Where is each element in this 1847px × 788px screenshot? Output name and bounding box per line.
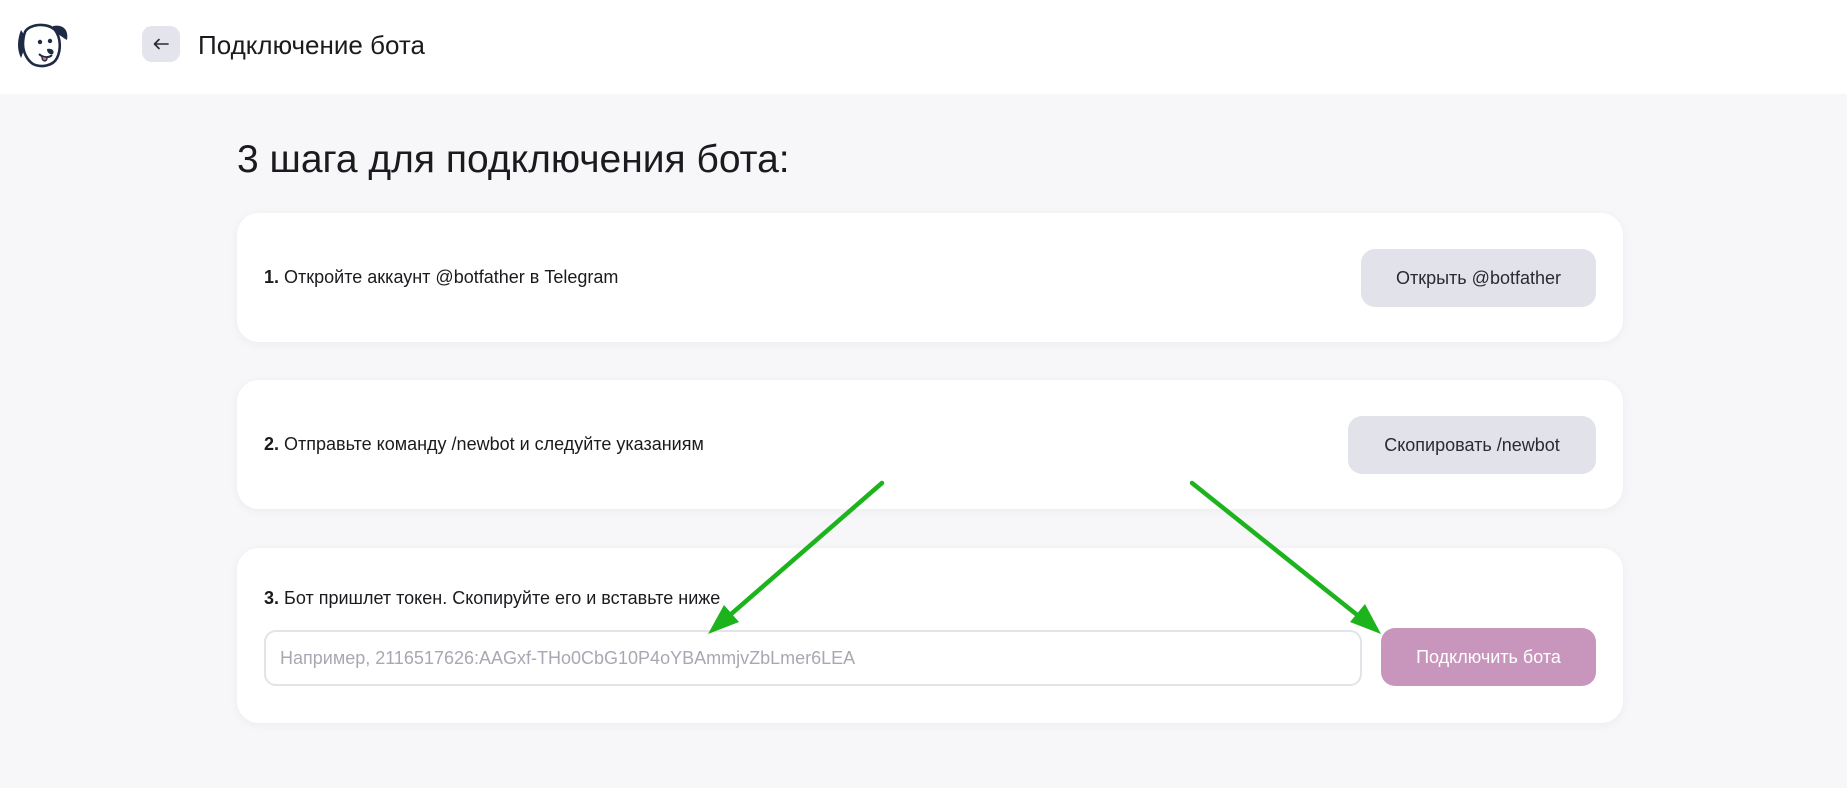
step-2-number: 2. bbox=[264, 434, 280, 454]
token-input[interactable] bbox=[264, 630, 1362, 686]
step-card-1: 1. Откройте аккаунт @botfather в Telegra… bbox=[237, 213, 1623, 342]
app-window: Подключение бота 3 шага для подключения … bbox=[0, 0, 1847, 788]
step-2-text: 2. Отправьте команду /newbot и следуйте … bbox=[264, 432, 704, 456]
top-bar: Подключение бота bbox=[0, 0, 1847, 94]
page-title: Подключение бота bbox=[198, 30, 425, 60]
step-card-3: 3. Бот пришлет токен. Скопируйте его и в… bbox=[237, 548, 1623, 723]
step-3-text: 3. Бот пришлет токен. Скопируйте его и в… bbox=[264, 586, 720, 610]
step-1-description: Откройте аккаунт @botfather в Telegram bbox=[284, 267, 619, 287]
open-botfather-button[interactable]: Открыть @botfather bbox=[1361, 249, 1596, 307]
step-1-text: 1. Откройте аккаунт @botfather в Telegra… bbox=[264, 265, 618, 289]
dog-mascot-icon[interactable] bbox=[13, 20, 69, 70]
back-button[interactable] bbox=[142, 26, 180, 62]
arrow-left-icon bbox=[153, 38, 169, 50]
step-2-description: Отправьте команду /newbot и следуйте ука… bbox=[284, 434, 704, 454]
steps-heading: 3 шага для подключения бота: bbox=[237, 138, 790, 181]
step-3-description: Бот пришлет токен. Скопируйте его и вста… bbox=[284, 588, 721, 608]
step-card-2: 2. Отправьте команду /newbot и следуйте … bbox=[237, 380, 1623, 509]
connect-bot-button[interactable]: Подключить бота bbox=[1381, 628, 1596, 686]
step-3-number: 3. bbox=[264, 588, 280, 608]
copy-newbot-button[interactable]: Скопировать /newbot bbox=[1348, 416, 1596, 474]
step-1-number: 1. bbox=[264, 267, 280, 287]
